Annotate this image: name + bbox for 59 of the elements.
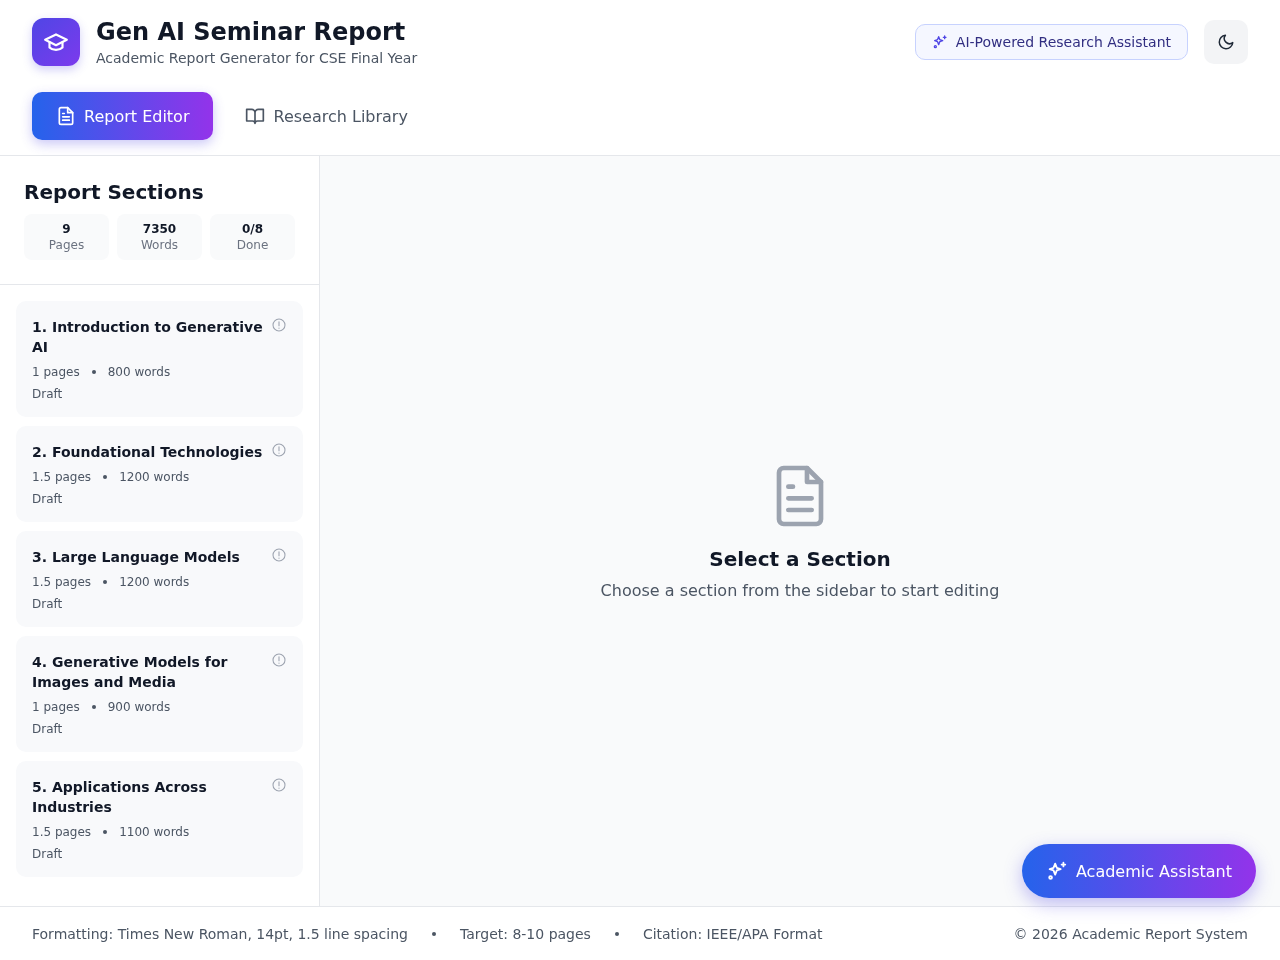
graduation-cap-icon xyxy=(32,18,80,66)
bullet-dot xyxy=(103,580,108,584)
bullet-dot xyxy=(103,830,108,834)
ai-badge: AI-Powered Research Assistant xyxy=(914,24,1188,60)
section-pages: 1 pages xyxy=(32,700,80,714)
dark-mode-toggle[interactable] xyxy=(1204,20,1248,64)
stat-card: 0/8 Done xyxy=(210,214,295,260)
section-words: 1100 words xyxy=(119,825,190,839)
stat-card: 9 Pages xyxy=(24,214,109,260)
section-card[interactable]: 2. Foundational Technologies 1.5 pages 1200 words Draft xyxy=(16,426,303,522)
alert-icon xyxy=(271,547,287,563)
nav-tab[interactable]: Report Editor xyxy=(32,92,214,140)
app-subtitle: Academic Report Generator for CSE Final Year xyxy=(96,50,418,66)
section-status: Draft xyxy=(32,597,64,611)
bullet-dot xyxy=(103,475,108,479)
copyright-text: © 2026 Academic Report System xyxy=(1013,925,1248,942)
section-card[interactable]: 4. Generative Models for Images and Media 1 pages 900 words Draft xyxy=(16,636,303,752)
section-title: 3. Large Language Models xyxy=(32,548,240,567)
alert-icon xyxy=(271,317,287,333)
section-title: 1. Introduction to Generative AI xyxy=(32,318,263,357)
section-status: Draft xyxy=(32,387,64,401)
footer-info: Citation: IEEE/APA Format xyxy=(642,925,823,942)
section-card[interactable]: 3. Large Language Models 1.5 pages 1200 words Draft xyxy=(16,531,303,627)
bullet-dot xyxy=(91,705,96,709)
section-status: Draft xyxy=(32,847,64,861)
section-pages: 1 pages xyxy=(32,365,80,379)
alert-icon xyxy=(271,442,287,458)
section-card[interactable]: 1. Introduction to Generative AI 1 pages 800 words Draft xyxy=(16,301,303,417)
footer-info: Formatting: Times New Roman, 14pt, 1.5 line spacing xyxy=(32,925,408,942)
section-words: 1200 words xyxy=(119,575,190,589)
section-words: 800 words xyxy=(107,365,171,379)
section-pages: 1.5 pages xyxy=(32,575,92,589)
moon-icon xyxy=(1217,33,1235,51)
assistant-button[interactable]: Academic Assistant xyxy=(1021,844,1256,898)
section-words: 900 words xyxy=(107,700,171,714)
app-title: Gen AI Seminar Report xyxy=(96,18,407,46)
empty-state-title: Select a Section xyxy=(709,546,891,571)
bullet-dot xyxy=(91,370,96,374)
section-words: 1200 words xyxy=(119,470,190,484)
alert-icon xyxy=(271,777,287,793)
sidebar-title: Report Sections xyxy=(24,180,205,204)
empty-state-message: Choose a section from the sidebar to start editing xyxy=(600,580,1000,600)
bullet-dot xyxy=(614,931,619,936)
alert-icon xyxy=(271,652,287,668)
section-pages: 1.5 pages xyxy=(32,825,92,839)
book-icon xyxy=(245,106,266,126)
section-status: Draft xyxy=(32,492,64,506)
nav-tab[interactable]: Research Library xyxy=(225,92,428,140)
sparkles-icon xyxy=(1045,860,1068,882)
section-title: 2. Foundational Technologies xyxy=(32,443,263,462)
section-title: 5. Applications Across Industries xyxy=(32,778,208,817)
section-status: Draft xyxy=(32,722,64,736)
footer-info: Target: 8-10 pages xyxy=(459,925,591,942)
section-card[interactable]: 5. Applications Across Industries 1.5 pages 1100 words Draft xyxy=(16,761,303,877)
document-icon xyxy=(56,106,76,126)
bullet-dot xyxy=(431,931,436,936)
section-pages: 1.5 pages xyxy=(32,470,92,484)
section-title: 4. Generative Models for Images and Media xyxy=(32,653,229,692)
stat-card: 7350 Words xyxy=(117,214,202,260)
